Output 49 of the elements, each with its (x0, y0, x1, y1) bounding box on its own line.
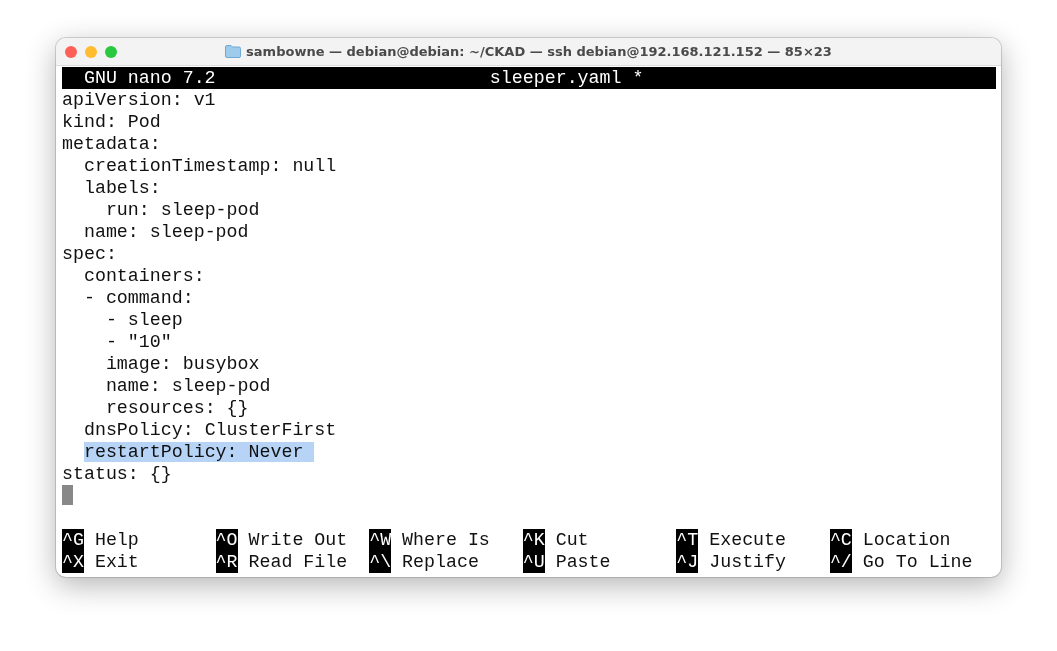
shortcut-label: Cut (555, 529, 589, 551)
editor-version: GNU nano 7.2 (82, 67, 217, 89)
shortcut-key: ^T (676, 529, 699, 551)
shortcut-label: Execute (709, 529, 787, 551)
code-line: apiVersion: v1 (62, 90, 216, 110)
close-button[interactable] (65, 45, 77, 58)
window-title: sambowne — debian@debian: ~/CKAD — ssh debian@192.168.121.152 — 85×23 (246, 44, 832, 59)
file-name: sleeper.yaml * (489, 67, 644, 89)
shortcut-key: ^/ (829, 551, 852, 573)
code-line: spec: (62, 244, 117, 264)
code-line: creationTimestamp: null (83, 156, 337, 176)
code-line: labels: (83, 178, 161, 198)
code-line: image: busybox (105, 354, 260, 374)
code-line: name: sleep-pod (83, 222, 249, 242)
shortcut-label: Exit (94, 551, 139, 573)
code-line: containers: (83, 266, 205, 286)
folder-icon (225, 45, 242, 58)
shortcut-key: ^\ (369, 551, 392, 573)
shortcut-key: ^O (215, 529, 238, 551)
shortcut-key: ^W (369, 529, 392, 551)
code-line: - sleep (105, 310, 183, 330)
shortcut-label: Location (862, 529, 951, 551)
shortcut-label: Write Out (248, 529, 348, 551)
shortcut-key: ^U (522, 551, 545, 573)
code-line: kind: Pod (62, 112, 161, 132)
shortcut-key: ^R (215, 551, 238, 573)
code-line: metadata: (62, 134, 161, 154)
shortcut-label: Where Is (402, 529, 490, 551)
shortcut-key: ^K (522, 529, 545, 551)
shortcut-label: Replace (402, 551, 479, 573)
code-line: run: sleep-pod (105, 200, 260, 220)
shortcut-label: Paste (555, 551, 611, 573)
code-line: status: {} (62, 464, 172, 484)
text-cursor (62, 485, 73, 505)
minimize-button[interactable] (85, 45, 97, 58)
shortcut-key: ^J (676, 551, 699, 573)
shortcut-key: ^G (62, 529, 84, 551)
zoom-button[interactable] (105, 45, 117, 58)
code-line: - "10" (105, 332, 172, 352)
shortcut-label: Justify (709, 551, 787, 573)
shortcut-label: Go To Line (862, 551, 973, 573)
code-line: - command: (83, 288, 194, 308)
code-line: resources: {} (105, 398, 249, 418)
shortcut-key: ^C (829, 529, 852, 551)
shortcut-label: Read File (248, 551, 348, 573)
shortcut-key: ^X (62, 551, 84, 573)
code-line: name: sleep-pod (105, 376, 271, 396)
code-line: dnsPolicy: ClusterFirst (83, 420, 337, 440)
shortcut-label: Help (94, 529, 139, 551)
